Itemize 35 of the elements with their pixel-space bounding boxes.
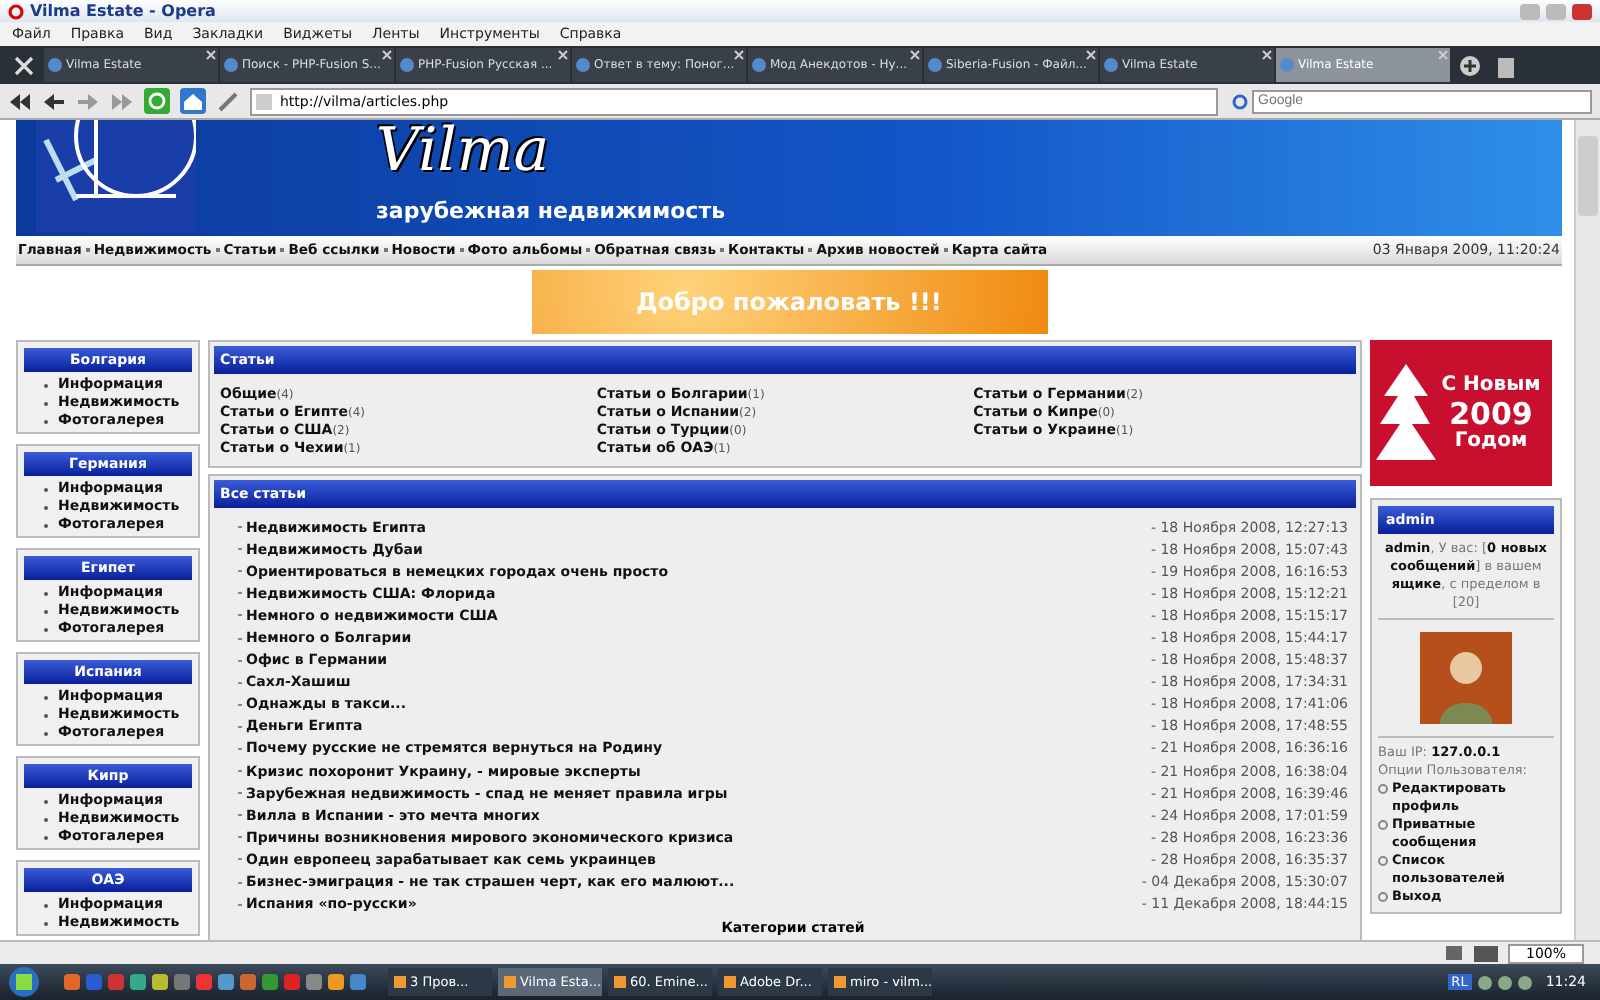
close-tab-icon[interactable] — [206, 50, 216, 60]
window-title: Vilma Estate - Opera — [30, 2, 216, 20]
start-button[interactable] — [6, 966, 42, 998]
tools-icon[interactable] — [12, 53, 36, 77]
close-tab-icon[interactable] — [558, 50, 568, 60]
close-button[interactable] — [1572, 3, 1592, 19]
close-tab-icon[interactable] — [1086, 50, 1096, 60]
pen-icon[interactable] — [216, 89, 240, 113]
globe-logo-icon — [36, 120, 196, 232]
greeting-text: Годом — [1454, 429, 1528, 453]
reload-icon[interactable] — [144, 88, 170, 114]
close-tab-icon[interactable] — [382, 50, 392, 60]
welcome-banner: Добро пожаловать !!! — [531, 270, 1047, 334]
bullet-icon — [1378, 820, 1388, 830]
back-icon[interactable] — [42, 91, 66, 111]
greeting-text: С Новым — [1441, 373, 1541, 397]
bullet-icon — [1378, 784, 1388, 794]
close-tab-icon[interactable] — [910, 50, 920, 60]
opera-logo-icon — [8, 3, 24, 19]
close-tab-icon[interactable] — [1262, 50, 1272, 60]
site-logo-text: Vilma — [376, 120, 552, 188]
avatar-silhouette — [1420, 632, 1512, 724]
close-tab-icon[interactable] — [734, 50, 744, 60]
scrollbar[interactable] — [1574, 120, 1600, 940]
rewind-icon[interactable] — [8, 91, 32, 111]
add-tab-icon[interactable] — [1458, 53, 1482, 77]
fast-forward-icon[interactable] — [110, 91, 134, 111]
search-engine-icon[interactable] — [1232, 93, 1248, 109]
site-tagline: зарубежная недвижимость — [376, 198, 726, 224]
trash-icon[interactable] — [1496, 53, 1516, 77]
home-icon[interactable] — [180, 88, 206, 114]
bullet-icon — [1378, 856, 1388, 866]
greeting-text: 2009 — [1449, 397, 1533, 429]
bullet-icon — [1378, 892, 1388, 902]
forward-icon[interactable] — [76, 91, 100, 111]
